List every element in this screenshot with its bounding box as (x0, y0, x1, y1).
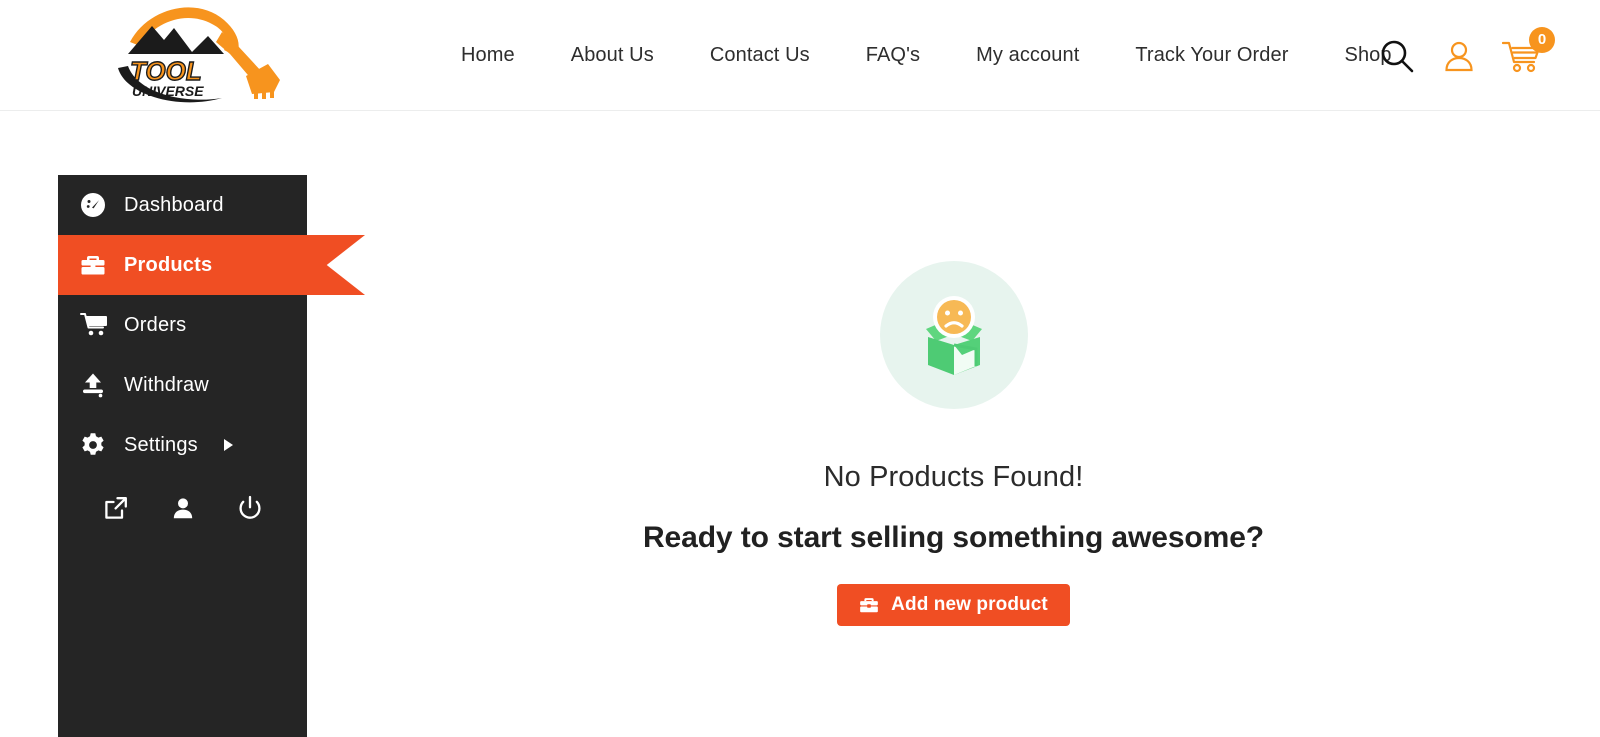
sidebar-item-dashboard[interactable]: Dashboard (58, 175, 307, 235)
upload-icon (80, 372, 114, 398)
sidebar-item-label: Settings (124, 433, 198, 456)
header-actions: 0 (1378, 0, 1555, 111)
briefcase-icon (80, 252, 114, 278)
sidebar-item-withdraw[interactable]: Withdraw (58, 355, 307, 415)
briefcase-icon (859, 595, 879, 615)
brand-logo[interactable]: TOOL UNIVERSE (112, 2, 284, 106)
empty-state-subtitle: Ready to start selling something awesome… (642, 521, 1265, 554)
main-navigation: Home About Us Contact Us FAQ's My accoun… (455, 0, 1420, 111)
nav-my-account[interactable]: My account (948, 44, 1107, 67)
sidebar-item-label: Withdraw (124, 373, 209, 396)
search-icon[interactable] (1378, 37, 1416, 75)
shopping-cart-icon (80, 312, 114, 338)
cart-count-badge: 0 (1529, 26, 1555, 53)
nav-track-your-order[interactable]: Track Your Order (1107, 44, 1316, 67)
empty-state-title: No Products Found! (823, 461, 1084, 493)
speedometer-icon (80, 192, 114, 218)
shopping-cart-button[interactable]: 0 (1501, 26, 1555, 73)
svg-text:TOOL: TOOL (130, 56, 202, 86)
products-empty-state: No Products Found! Ready to start sellin… (307, 111, 1600, 737)
gear-icon (80, 432, 114, 458)
nav-about-us[interactable]: About Us (543, 44, 682, 67)
tool-universe-logo-icon: TOOL UNIVERSE (118, 7, 280, 103)
svg-text:UNIVERSE: UNIVERSE (132, 83, 204, 99)
sidebar-item-label: Orders (124, 313, 187, 336)
sidebar-item-settings[interactable]: Settings (58, 415, 307, 475)
sidebar-item-orders[interactable]: Orders (58, 295, 307, 355)
page-body: Dashboard Products Orders Withdraw Setti… (0, 111, 1600, 737)
user-icon[interactable] (170, 495, 196, 521)
external-link-icon[interactable] (103, 495, 129, 521)
chevron-right-icon (223, 439, 233, 451)
site-header: TOOL UNIVERSE Home About Us Contact Us F… (0, 0, 1600, 111)
empty-box-sad-face-icon (879, 261, 1028, 409)
sidebar-footer-icons (58, 475, 307, 541)
nav-home[interactable]: Home (455, 44, 543, 67)
power-logout-icon[interactable] (237, 495, 263, 521)
vendor-sidebar: Dashboard Products Orders Withdraw Setti… (58, 175, 365, 737)
user-account-icon[interactable] (1442, 39, 1476, 73)
nav-contact-us[interactable]: Contact Us (682, 44, 838, 67)
sidebar-item-products[interactable]: Products (58, 235, 365, 295)
sidebar-item-label: Dashboard (124, 193, 224, 216)
sidebar-item-label: Products (124, 253, 213, 276)
nav-faqs[interactable]: FAQ's (838, 44, 948, 67)
add-new-product-label: Add new product (891, 594, 1048, 615)
add-new-product-button[interactable]: Add new product (837, 584, 1070, 626)
